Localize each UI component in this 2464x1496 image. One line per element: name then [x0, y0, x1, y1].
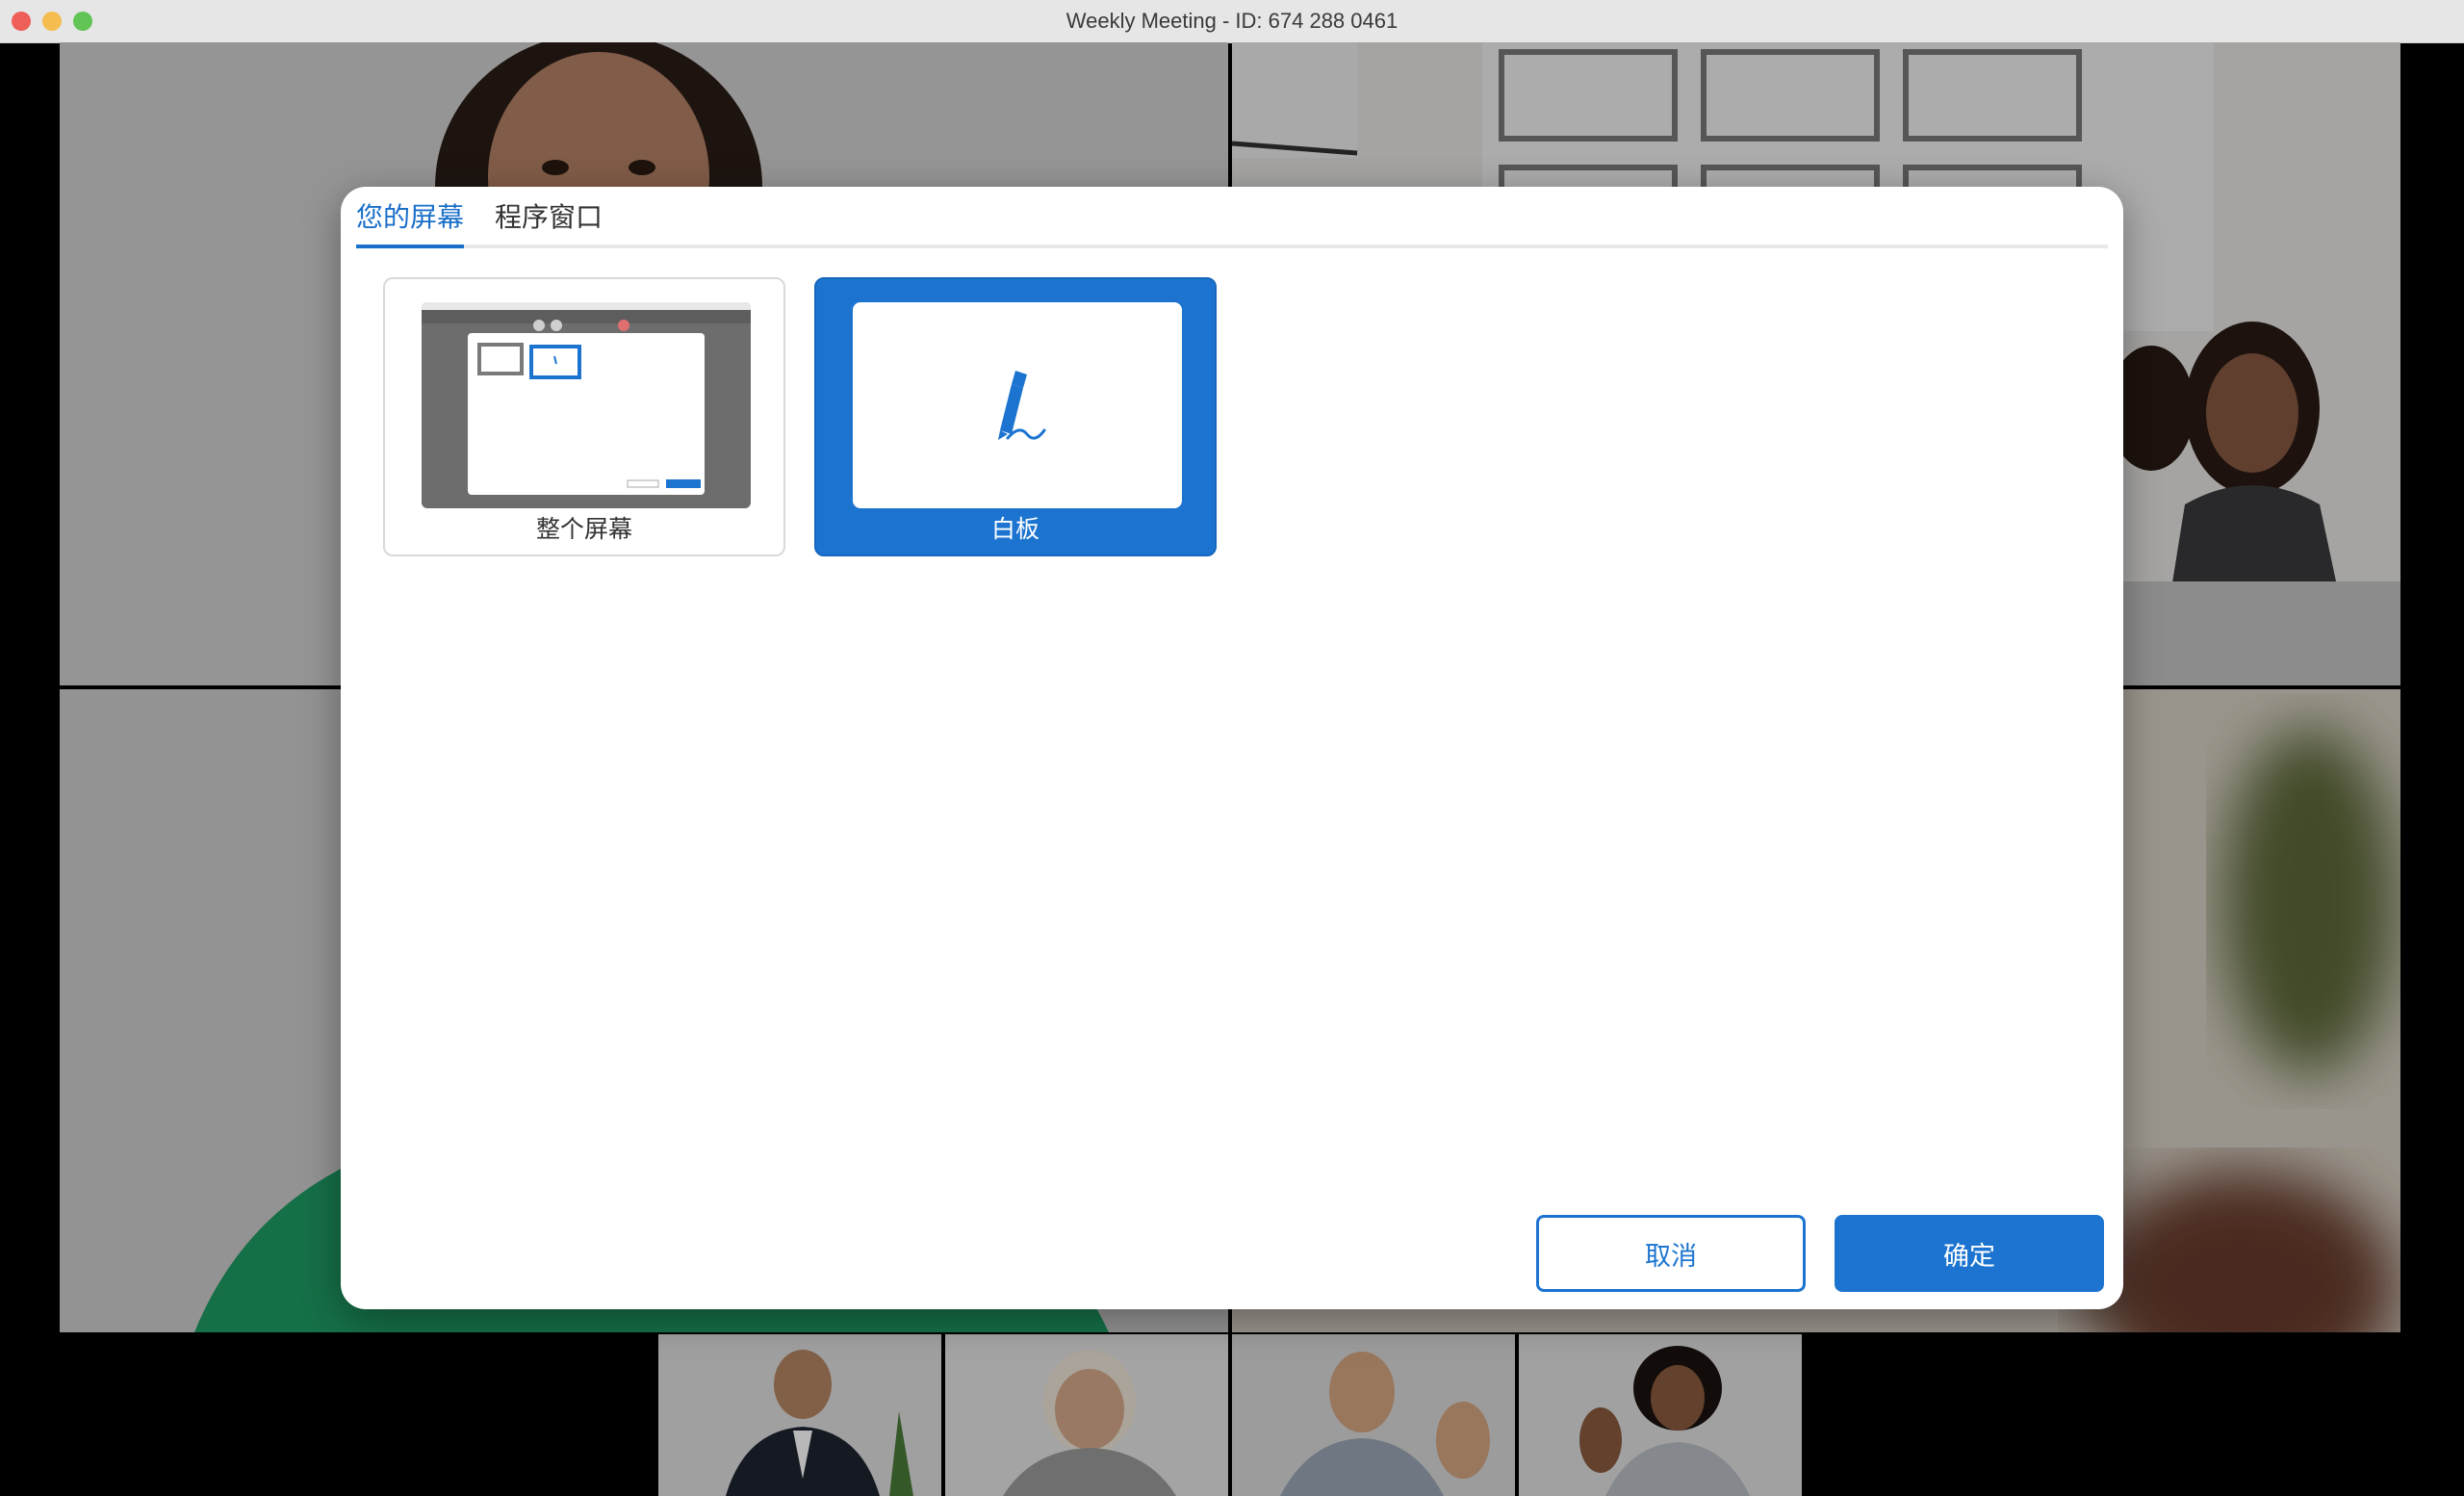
participant-thumb-4[interactable] — [1519, 1334, 1802, 1496]
participant-thumb-1[interactable] — [658, 1334, 941, 1496]
pen-icon — [998, 371, 1046, 440]
window-title: Weekly Meeting - ID: 674 288 0461 — [1065, 9, 1399, 33]
tab-your-screen[interactable]: 您的屏幕 — [356, 198, 465, 248]
minimize-window-button[interactable] — [42, 12, 62, 31]
option-whiteboard-label: 白板 — [990, 515, 1040, 543]
maximize-window-button[interactable] — [73, 12, 92, 31]
confirm-button[interactable]: 确定 — [1835, 1215, 2104, 1292]
share-screen-dialog: 您的屏幕 程序窗口 整个屏幕 白板 取消 确定 — [341, 187, 2123, 1309]
share-tabs: 您的屏幕 程序窗口 — [356, 198, 2108, 248]
window-titlebar: Weekly Meeting - ID: 674 288 0461 — [0, 0, 2464, 43]
option-entire-screen-label: 整个屏幕 — [535, 515, 632, 543]
close-window-button[interactable] — [12, 12, 31, 31]
participant-thumb-3[interactable] — [1232, 1334, 1515, 1496]
cancel-button[interactable]: 取消 — [1536, 1215, 1806, 1292]
option-entire-screen[interactable]: 整个屏幕 — [383, 277, 785, 556]
tab-app-windows[interactable]: 程序窗口 — [495, 198, 603, 245]
option-whiteboard[interactable]: 白板 — [814, 277, 1217, 556]
whiteboard-preview — [853, 302, 1182, 508]
screen-preview-image — [422, 302, 751, 508]
screen-preview-thumbnail — [422, 302, 751, 508]
participant-thumb-2[interactable] — [945, 1334, 1228, 1496]
